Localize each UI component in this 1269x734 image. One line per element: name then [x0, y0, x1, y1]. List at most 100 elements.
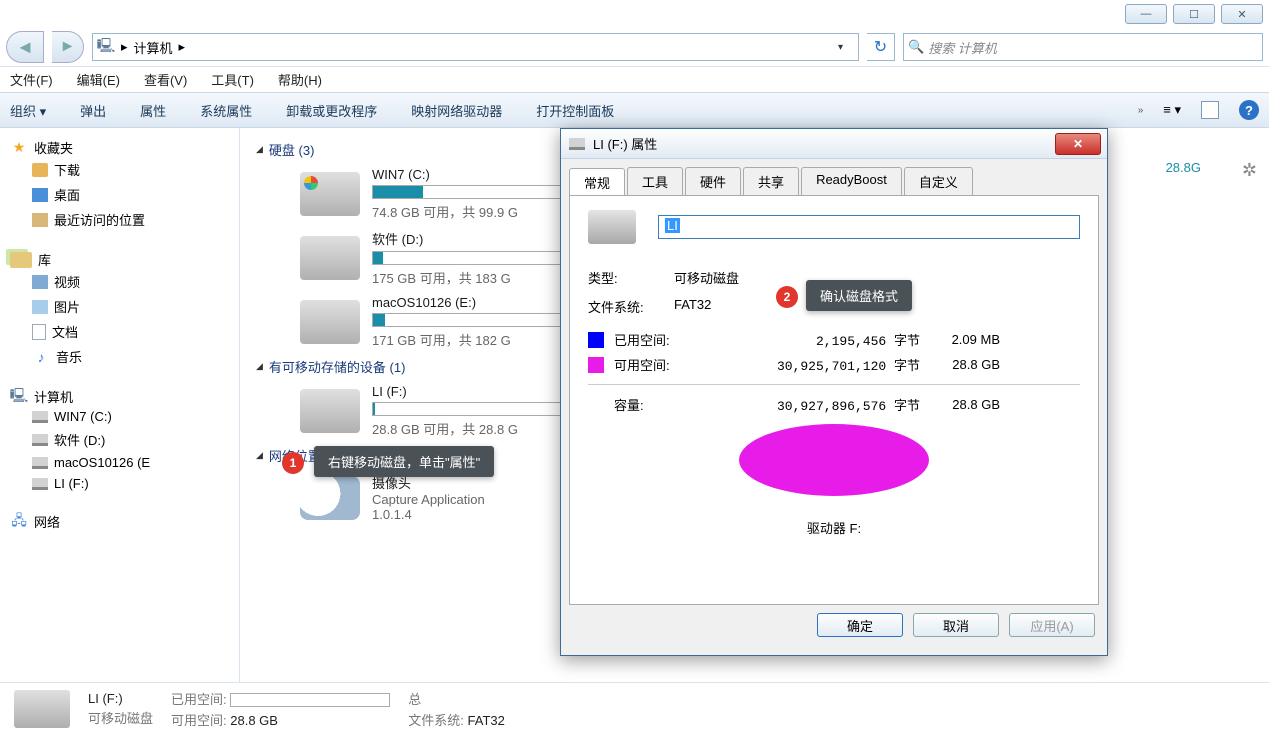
drive-icon — [300, 300, 360, 344]
drive-icon — [32, 434, 48, 446]
status-thumb-icon — [14, 690, 70, 728]
toolbar: 组织 ▾ 弹出 属性 系统属性 卸载或更改程序 映射网络驱动器 打开控制面板 »… — [0, 92, 1269, 128]
tab-general[interactable]: 常规 — [569, 168, 625, 196]
document-icon — [32, 324, 46, 340]
tb-uninstall[interactable]: 卸载或更改程序 — [286, 101, 377, 120]
sidebar-docs[interactable]: 文档 — [10, 319, 239, 344]
desktop-icon — [32, 188, 48, 202]
minimize-button[interactable]: — — [1125, 4, 1167, 24]
computer-icon: 🖳 — [10, 388, 28, 406]
type-value: 可移动磁盘 — [674, 268, 739, 287]
menu-help[interactable]: 帮助(H) — [278, 70, 322, 89]
sidebar-network[interactable]: 🖧网络 — [10, 512, 239, 531]
cancel-button[interactable]: 取消 — [913, 613, 999, 637]
drive-icon — [32, 457, 48, 469]
menu-tools[interactable]: 工具(T) — [211, 70, 254, 89]
status-name: LI (F:) — [88, 691, 123, 706]
maximize-button[interactable]: ☐ — [1173, 4, 1215, 24]
status-free-val: 28.8 GB — [230, 713, 278, 728]
tab-custom[interactable]: 自定义 — [904, 167, 973, 195]
breadcrumb-arrow: ▸ — [121, 39, 128, 55]
refresh-button[interactable]: ↻ — [867, 33, 895, 61]
used-swatch — [588, 332, 604, 348]
dialog-body: LI 类型:可移动磁盘 文件系统:FAT32 已用空间: 2,195,456 字… — [569, 195, 1099, 605]
sidebar-desktop[interactable]: 桌面 — [10, 182, 239, 207]
sidebar-music[interactable]: ♪音乐 — [10, 344, 239, 369]
tb-sysprops[interactable]: 系统属性 — [200, 101, 252, 120]
tb-mapnet[interactable]: 映射网络驱动器 — [411, 101, 502, 120]
address-row: ◄ ► 🖳 ▸ 计算机 ▸ ▾ ↻ 🔍 搜索 计算机 — [0, 28, 1269, 66]
view-menu[interactable]: ≡ ▾ — [1163, 102, 1181, 118]
tb-overflow[interactable]: » — [1138, 105, 1144, 116]
tb-organize[interactable]: 组织 ▾ — [10, 101, 46, 120]
help-button[interactable]: ? — [1239, 100, 1259, 120]
drive-name: WIN7 (C:) — [372, 167, 572, 182]
menu-edit[interactable]: 编辑(E) — [77, 70, 120, 89]
status-total: 总 — [408, 692, 421, 707]
sidebar-drive-f[interactable]: LI (F:) — [10, 473, 239, 494]
drive-thumb-icon — [588, 210, 636, 244]
dialog-title: LI (F:) 属性 — [593, 134, 657, 153]
search-placeholder: 搜索 计算机 — [928, 38, 997, 57]
video-icon — [32, 275, 48, 289]
tb-properties[interactable]: 属性 — [140, 101, 166, 120]
menu-view[interactable]: 查看(V) — [144, 70, 187, 89]
dialog-tabs: 常规 工具 硬件 共享 ReadyBoost 自定义 — [569, 167, 1099, 195]
recent-icon — [32, 213, 48, 227]
sidebar-drive-e[interactable]: macOS10126 (E — [10, 452, 239, 473]
sidebar-drive-c[interactable]: WIN7 (C:) — [10, 406, 239, 427]
sidebar-favorites[interactable]: ★收藏夹 — [10, 138, 239, 157]
sidebar-computer[interactable]: 🖳计算机 — [10, 387, 239, 406]
gear-icon[interactable]: ✲ — [1242, 160, 1257, 181]
callout-badge-1: 1 — [282, 452, 304, 474]
capacity-bar — [372, 185, 572, 199]
back-button[interactable]: ◄ — [6, 31, 44, 63]
sidebar-drive-d[interactable]: 软件 (D:) — [10, 427, 239, 452]
sidebar-recent[interactable]: 最近访问的位置 — [10, 207, 239, 232]
free-space-row: 可用空间: 30,925,701,120 字节 28.8 GB — [588, 355, 1080, 374]
ok-button[interactable]: 确定 — [817, 613, 903, 637]
status-type: 可移动磁盘 — [88, 711, 153, 726]
sidebar-pictures[interactable]: 图片 — [10, 294, 239, 319]
tab-tools[interactable]: 工具 — [627, 167, 683, 195]
drive-capacity: 175 GB 可用，共 183 G — [372, 268, 572, 287]
sidebar-downloads[interactable]: 下载 — [10, 157, 239, 182]
status-used-bar — [230, 693, 390, 707]
dialog-titlebar[interactable]: LI (F:) 属性 ✕ — [561, 129, 1107, 159]
drive-icon — [300, 389, 360, 433]
capacity-bar — [372, 251, 572, 265]
used-space-row: 已用空间: 2,195,456 字节 2.09 MB — [588, 330, 1080, 349]
close-button[interactable]: ✕ — [1221, 4, 1263, 24]
fs-label: 文件系统: — [588, 297, 674, 316]
drive-label-input[interactable]: LI — [658, 215, 1080, 239]
tab-hardware[interactable]: 硬件 — [685, 167, 741, 195]
star-icon: ★ — [10, 139, 28, 157]
address-dropdown[interactable]: ▾ — [838, 42, 854, 53]
breadcrumb-computer[interactable]: 计算机 — [134, 38, 173, 57]
dialog-close-button[interactable]: ✕ — [1055, 133, 1101, 155]
drive-capacity: 28.8 GB 可用，共 28.8 G — [372, 419, 572, 438]
menu-bar: 文件(F) 编辑(E) 查看(V) 工具(T) 帮助(H) — [0, 66, 1269, 92]
apply-button[interactable]: 应用(A) — [1009, 613, 1095, 637]
preview-pane-toggle[interactable] — [1201, 101, 1219, 119]
search-input[interactable]: 🔍 搜索 计算机 — [903, 33, 1263, 61]
camera-icon — [300, 476, 360, 520]
tab-readyboost[interactable]: ReadyBoost — [801, 167, 902, 195]
tb-eject[interactable]: 弹出 — [80, 101, 106, 120]
address-bar[interactable]: 🖳 ▸ 计算机 ▸ ▾ — [92, 33, 859, 61]
forward-button[interactable]: ► — [52, 31, 84, 63]
menu-file[interactable]: 文件(F) — [10, 70, 53, 89]
download-icon — [32, 163, 48, 177]
tb-cpanel[interactable]: 打开控制面板 — [536, 101, 614, 120]
music-icon: ♪ — [32, 348, 50, 366]
drive-icon — [32, 478, 48, 490]
drive-capacity: 74.8 GB 可用，共 99.9 G — [372, 202, 572, 221]
callout-badge-2: 2 — [776, 286, 798, 308]
search-icon: 🔍 — [908, 39, 924, 55]
tab-share[interactable]: 共享 — [743, 167, 799, 195]
sidebar-video[interactable]: 视频 — [10, 269, 239, 294]
drive-icon — [32, 411, 48, 423]
drive-capacity: 171 GB 可用，共 182 G — [372, 330, 572, 349]
sidebar-libraries[interactable]: 库 — [10, 250, 239, 269]
callout-1: 右键移动磁盘，单击"属性" — [314, 446, 494, 477]
